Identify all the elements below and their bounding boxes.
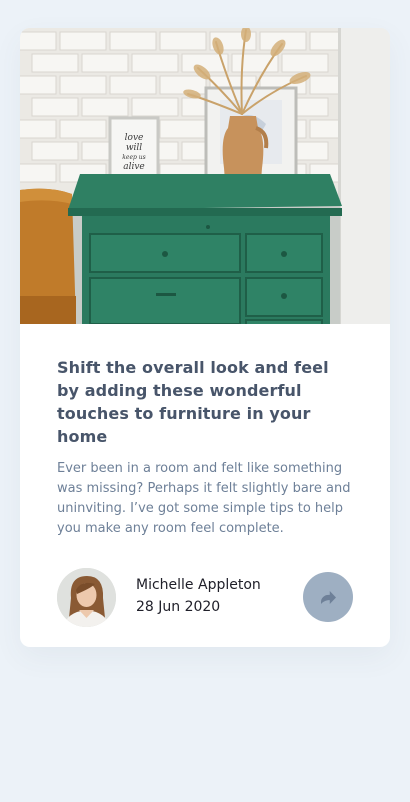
share-icon bbox=[320, 590, 336, 604]
share-button[interactable] bbox=[303, 572, 353, 622]
article-title[interactable]: Shift the overall look and feel by addin… bbox=[57, 356, 352, 448]
author-name: Michelle Appleton bbox=[136, 577, 261, 593]
svg-text:alive: alive bbox=[123, 162, 145, 172]
article-excerpt: Ever been in a room and felt like someth… bbox=[57, 461, 351, 536]
author-section: Michelle Appleton 28 Jun 2020 bbox=[57, 568, 353, 628]
svg-text:keep us: keep us bbox=[122, 154, 145, 161]
article-image: love will keep us alive bbox=[20, 28, 390, 324]
svg-text:will: will bbox=[126, 143, 142, 153]
svg-text:love: love bbox=[125, 133, 144, 143]
article-card: love will keep us alive Shift the overal… bbox=[20, 28, 390, 647]
publish-date: 28 Jun 2020 bbox=[136, 599, 221, 615]
avatar bbox=[57, 568, 116, 627]
